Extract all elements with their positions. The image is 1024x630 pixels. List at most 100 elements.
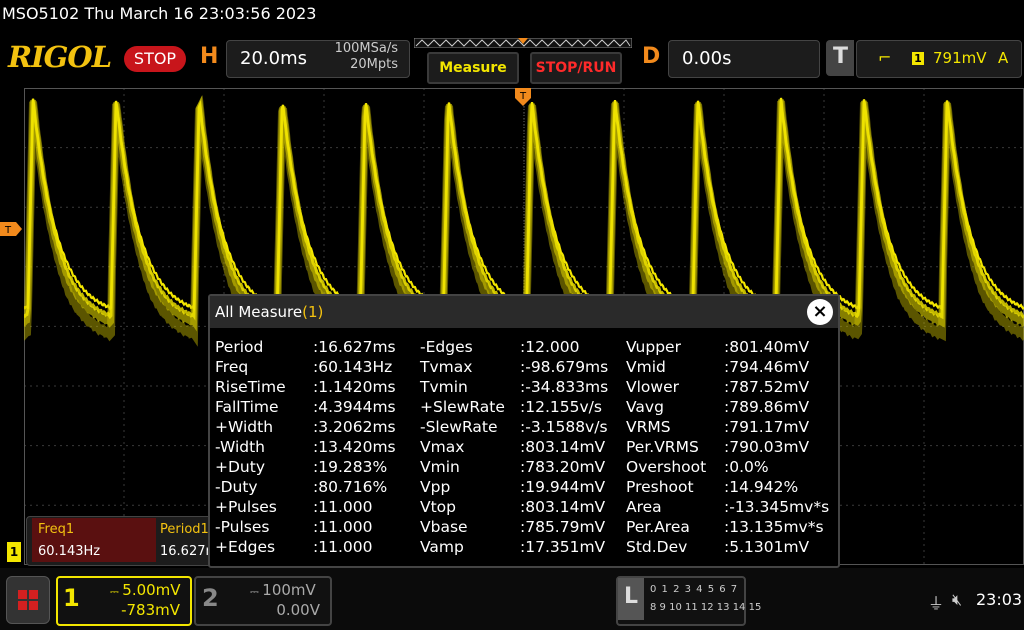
measure-name: Tvmax [420,358,473,376]
measure-value: :1.1420ms [313,378,396,396]
measure-value: :790.03mV [724,438,810,456]
channel2-number: 2 [202,584,219,612]
measure-value: :4.3944ms [313,398,396,416]
trigger-source: 1 [912,52,924,65]
logic-channels-row2: 8 9 10 11 12 13 14 15 [650,602,762,613]
svg-text:T: T [519,91,527,102]
measure-name: Period [215,338,264,356]
delay-value: 0.00s [682,48,732,69]
system-clock: 23:03 [976,590,1023,609]
svg-text:T: T [4,225,12,236]
measure-value: :14.942% [724,478,799,496]
dialog-title: All Measure(1) [215,303,323,321]
measure-value: :-13.345mv*s [724,498,830,516]
trigger-level-marker[interactable]: T [0,222,22,236]
rigol-logo: RIGOL [8,40,112,74]
measure-value: :0.0% [724,458,769,476]
measure-name: Std.Dev [626,538,688,556]
measure-value: :13.420ms [313,438,396,456]
trigger-level: 791mV [933,49,987,67]
measure-name: Vupper [626,338,681,356]
rising-edge-icon: ⌐ [878,48,892,67]
measure-name: VRMS [626,418,671,436]
measure-value: :-34.833ms [520,378,609,396]
timebase-value: 20.0ms [240,48,307,69]
memory-depth: 20Mpts [350,57,398,72]
channel1-offset: -783mV [121,601,180,619]
measure-value: :787.52mV [724,378,810,396]
measure-name: Vlower [626,378,679,396]
measure-name: +Duty [215,458,265,476]
measure-value: :19.283% [313,458,388,476]
measure-value: :60.143Hz [313,358,393,376]
measure-name: Preshoot [626,478,694,496]
close-icon[interactable]: × [807,299,833,325]
measure-button[interactable]: Measure [427,52,519,84]
stop-run-button[interactable]: STOP/RUN [530,52,622,84]
delay-label[interactable]: D [642,44,660,69]
run-state-badge[interactable]: STOP [124,46,186,72]
measure-value: :5.1301mV [724,538,810,556]
measure-name: RiseTime [215,378,286,396]
measure-name: Overshoot [626,458,707,476]
stat-period-label: Period1 [160,522,209,537]
measure-value: :11.000 [313,498,373,516]
measure-name: Per.VRMS [626,438,699,456]
measure-name: FallTime [215,398,279,416]
measure-name: -Width [215,438,265,456]
measure-name: +Edges [215,538,276,556]
channel2-offset: 0.00V [276,601,320,619]
sample-rate: 100MSa/s [334,41,398,56]
measure-name: Vpp [420,478,451,496]
measure-value: :16.627ms [313,338,396,356]
logic-channels-row1: 0 1 2 3 4 5 6 7 [650,584,739,595]
measure-value: :3.2062ms [313,418,396,436]
channel1-number: 1 [63,584,80,612]
measure-name: Vavg [626,398,664,416]
sound-muted-icon[interactable]: 🔇︎ [952,590,962,610]
measure-name: Tvmin [420,378,468,396]
measure-value: :12.000 [520,338,580,356]
measure-value: :11.000 [313,518,373,536]
trigger-mode: A [998,49,1009,67]
channel1-scale: ⎓ 5.00mV [110,581,181,599]
measure-value: :80.716% [313,478,388,496]
measure-name: +SlewRate [420,398,505,416]
channel1-offset-marker[interactable]: 1 [7,542,21,562]
measure-value: :17.351mV [520,538,606,556]
home-menu-button[interactable] [6,576,50,624]
all-measure-dialog: All Measure(1) × Period :16.627ms Freq :60.… [208,294,840,568]
measure-name: Per.Area [626,518,690,536]
stat-freq-label: Freq1 [38,522,75,537]
measure-name: -SlewRate [420,418,498,436]
measure-value: :794.46mV [724,358,810,376]
horizontal-label[interactable]: H [200,44,218,69]
measure-value: :-98.679ms [520,358,609,376]
dialog-title-text: All Measure [215,303,303,321]
measure-name: -Edges [420,338,473,356]
measure-name: -Duty [215,478,258,496]
measure-value: :803.14mV [520,438,606,456]
measure-name: Vmin [420,458,460,476]
waveform-overview-strip [414,38,632,48]
measure-value: :791.17mV [724,418,810,436]
dialog-count: (1) [302,303,324,321]
measure-value: :13.135mv*s [724,518,824,536]
stat-freq-value: 60.143Hz [38,544,101,559]
measure-name: Freq [215,358,249,376]
measure-name: +Pulses [215,498,277,516]
measure-name: Vtop [420,498,457,516]
measure-name: Vbase [420,518,468,536]
trigger-position-marker[interactable]: T [515,88,531,106]
measure-name: Area [626,498,662,516]
trigger-label[interactable]: T [833,44,848,69]
measure-value: :11.000 [313,538,373,556]
usb-icon[interactable]: ⏚ [928,590,944,614]
measure-value: :12.155v/s [520,398,602,416]
channel2-scale: ⎓ 100mV [250,581,316,599]
status-line: MSO5102 Thu March 16 23:03:56 2023 [2,4,317,23]
measure-value: :789.86mV [724,398,810,416]
logic-label: L [624,584,639,609]
channel2-scale-value: 100mV [262,581,316,599]
measure-name: -Pulses [215,518,270,536]
